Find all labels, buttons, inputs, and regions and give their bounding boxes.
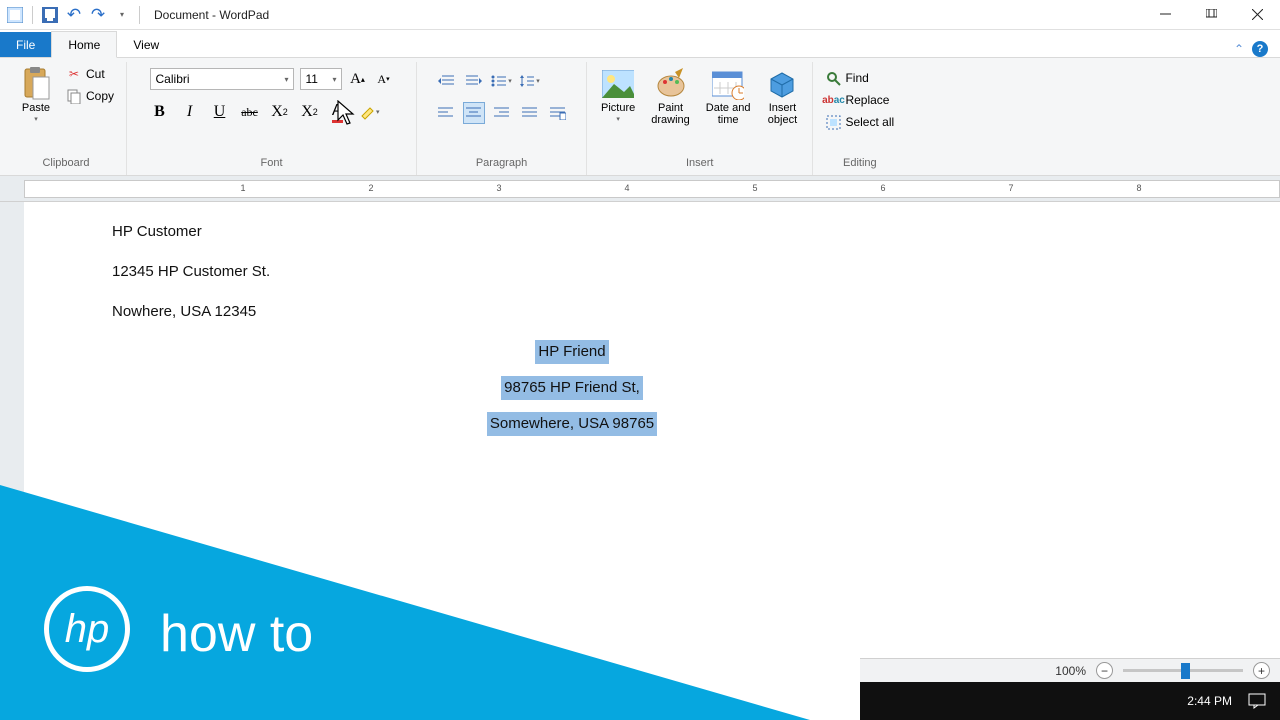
- sender-block: HP Customer 12345 HP Customer St. Nowher…: [112, 220, 1280, 324]
- zoom-out-button[interactable]: −: [1096, 662, 1113, 679]
- justify-icon[interactable]: [519, 102, 541, 124]
- zoom-level: 100%: [1055, 664, 1086, 678]
- bold-icon[interactable]: B: [150, 102, 170, 122]
- align-left-icon[interactable]: [435, 102, 457, 124]
- recipient-block: HP Friend 98765 HP Friend St, Somewhere,…: [112, 340, 1032, 448]
- paragraph-dialog-icon[interactable]: [547, 102, 569, 124]
- document-area: HP Customer 12345 HP Customer St. Nowher…: [0, 202, 1280, 720]
- line-spacing-icon[interactable]: ▾: [519, 70, 541, 92]
- maximize-button[interactable]: [1188, 0, 1234, 30]
- align-center-icon[interactable]: [463, 102, 485, 124]
- minimize-button[interactable]: [1142, 0, 1188, 30]
- notification-icon[interactable]: [1248, 693, 1266, 709]
- insert-object-button[interactable]: Insert object: [760, 64, 804, 130]
- font-color-icon[interactable]: A▾: [330, 102, 350, 122]
- cut-icon: ✂: [66, 66, 82, 82]
- paint-icon: [655, 68, 687, 100]
- grow-font-icon[interactable]: A▴: [348, 69, 368, 89]
- superscript-icon[interactable]: X2: [300, 102, 320, 122]
- group-insert: Picture▾ Paint drawing Date and time Ins…: [587, 62, 813, 175]
- window-title: Document - WordPad: [154, 8, 269, 22]
- subscript-icon[interactable]: X2: [270, 102, 290, 122]
- close-button[interactable]: [1234, 0, 1280, 30]
- highlight-icon[interactable]: ▾: [360, 102, 380, 122]
- group-editing: Find abacReplace Select all Editing: [813, 62, 906, 175]
- shrink-font-icon[interactable]: A▾: [374, 69, 394, 89]
- copy-icon: [66, 88, 82, 104]
- picture-button[interactable]: Picture▾: [595, 64, 641, 128]
- find-button[interactable]: Find: [821, 68, 898, 88]
- group-label-editing: Editing: [843, 153, 877, 173]
- group-paragraph: ▾ ▾ Paragraph: [417, 62, 587, 175]
- ribbon-collapse-icon[interactable]: ⌃: [1234, 42, 1244, 56]
- group-clipboard: Paste ▾ ✂Cut Copy Clipboard: [6, 62, 127, 175]
- ribbon: Paste ▾ ✂Cut Copy Clipboard Calibri▾ 11▾…: [0, 58, 1280, 176]
- title-bar: ↶ ↷ ▾ Document - WordPad: [0, 0, 1280, 30]
- zoom-in-button[interactable]: +: [1253, 662, 1270, 679]
- select-all-button[interactable]: Select all: [821, 112, 898, 132]
- date-time-button[interactable]: Date and time: [700, 64, 757, 130]
- align-right-icon[interactable]: [491, 102, 513, 124]
- ruler[interactable]: 1 2 3 4 5 6 7 8: [24, 180, 1280, 198]
- strike-icon[interactable]: abc: [240, 102, 260, 122]
- zoom-slider[interactable]: [1123, 669, 1243, 672]
- zoom-slider-handle[interactable]: [1181, 663, 1190, 679]
- bullets-icon[interactable]: ▾: [491, 70, 513, 92]
- group-label-font: Font: [261, 153, 283, 173]
- recipient-line: HP Friend: [535, 340, 608, 364]
- group-label-insert: Insert: [686, 153, 714, 173]
- italic-icon[interactable]: I: [180, 102, 200, 122]
- paste-button[interactable]: Paste ▾: [14, 64, 58, 128]
- picture-icon: [602, 68, 634, 100]
- redo-icon[interactable]: ↷: [87, 4, 109, 26]
- sender-line: Nowhere, USA 12345: [112, 300, 1280, 324]
- group-label-paragraph: Paragraph: [476, 153, 527, 173]
- recipient-line: Somewhere, USA 98765: [487, 412, 657, 436]
- decrease-indent-icon[interactable]: [435, 70, 457, 92]
- underline-icon[interactable]: U: [210, 102, 230, 122]
- sender-line: HP Customer: [112, 220, 1280, 244]
- copy-button[interactable]: Copy: [62, 86, 118, 106]
- undo-icon[interactable]: ↶: [63, 4, 85, 26]
- group-label-clipboard: Clipboard: [42, 153, 89, 173]
- sender-line: 12345 HP Customer St.: [112, 260, 1280, 284]
- clock: 2:44 PM: [1187, 694, 1232, 708]
- help-icon[interactable]: ?: [1252, 41, 1268, 57]
- quick-access-toolbar: ↶ ↷ ▾: [0, 4, 148, 26]
- object-icon: [766, 68, 798, 100]
- increase-indent-icon[interactable]: [463, 70, 485, 92]
- ribbon-tabs: File Home View ⌃ ?: [0, 30, 1280, 58]
- tab-view[interactable]: View: [117, 32, 175, 57]
- replace-icon: abac: [825, 92, 841, 108]
- select-all-icon: [825, 114, 841, 130]
- font-name-select[interactable]: Calibri▾: [150, 68, 294, 90]
- recipient-line: 98765 HP Friend St,: [501, 376, 643, 400]
- qat-customize-icon[interactable]: ▾: [111, 4, 133, 26]
- tab-file[interactable]: File: [0, 32, 51, 57]
- find-icon: [825, 70, 841, 86]
- paste-icon: [20, 68, 52, 100]
- paint-drawing-button[interactable]: Paint drawing: [645, 64, 696, 130]
- status-bar: 100% − +: [860, 658, 1280, 682]
- paste-label: Paste: [22, 102, 50, 114]
- app-icon: [4, 4, 26, 26]
- ruler-area: 1 2 3 4 5 6 7 8: [0, 176, 1280, 202]
- calendar-icon: [712, 68, 744, 100]
- group-font: Calibri▾ 11▾ A▴ A▾ B I U abc X2 X2 A▾ ▾ …: [127, 62, 417, 175]
- font-size-select[interactable]: 11▾: [300, 68, 342, 90]
- cut-button[interactable]: ✂Cut: [62, 64, 118, 84]
- taskbar: 2:44 PM: [860, 682, 1280, 720]
- save-icon[interactable]: [39, 4, 61, 26]
- document-page[interactable]: HP Customer 12345 HP Customer St. Nowher…: [24, 202, 1280, 720]
- tab-home[interactable]: Home: [51, 31, 117, 58]
- replace-button[interactable]: abacReplace: [821, 90, 898, 110]
